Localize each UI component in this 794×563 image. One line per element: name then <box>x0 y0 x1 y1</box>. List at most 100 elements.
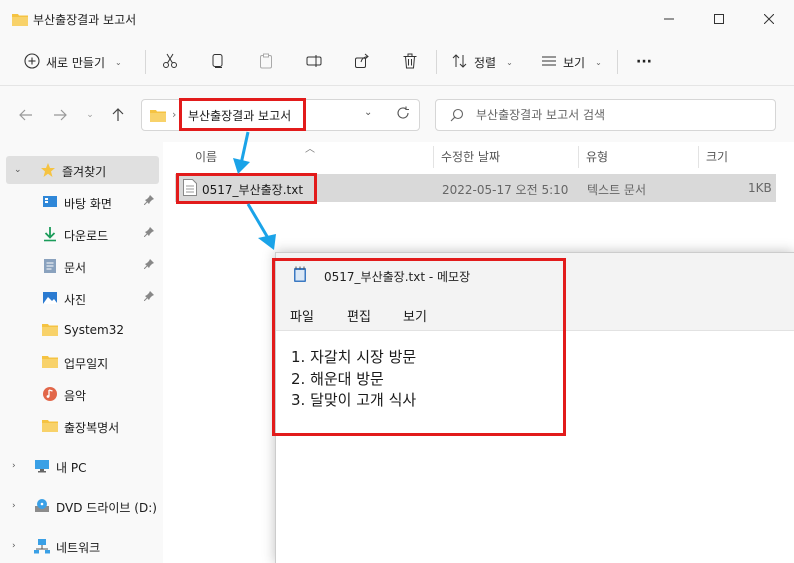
sidebar-item-label: 사진 <box>64 293 87 307</box>
pin-icon[interactable] <box>143 259 154 272</box>
expand-chevron-icon[interactable]: ⌄ <box>14 165 22 175</box>
toolbar-divider <box>145 50 146 74</box>
sidebar-item-system32[interactable]: System32 <box>0 316 163 344</box>
column-divider[interactable] <box>578 146 579 168</box>
more-options-button[interactable]: ··· <box>636 48 652 76</box>
sidebar-item-network[interactable]: › 네트워크 <box>0 532 163 560</box>
sidebar-item-label: 문서 <box>64 261 87 275</box>
delete-button[interactable] <box>402 48 418 76</box>
star-icon <box>40 162 56 178</box>
recent-chevron-icon[interactable]: ⌄ <box>80 106 100 124</box>
sidebar-item-label: DVD 드라이브 (D:) <box>56 501 157 515</box>
back-arrow-icon[interactable] <box>16 106 36 124</box>
sidebar-item-this-pc[interactable]: › 내 PC <box>0 452 163 480</box>
folder-icon <box>42 354 58 370</box>
forward-arrow-icon[interactable] <box>50 106 70 124</box>
text-line: 1. 자갈치 시장 방문 <box>291 348 417 366</box>
share-button[interactable] <box>354 48 370 76</box>
notepad-menu-bar: 파일 편집 보기 <box>276 297 794 331</box>
toolbar-divider <box>617 50 618 74</box>
maximize-button[interactable] <box>696 8 742 30</box>
explorer-titlebar: 부산출장결과 보고서 <box>0 0 794 38</box>
menu-view[interactable]: 보기 <box>403 306 427 325</box>
view-button[interactable]: 보기 ⌄ <box>541 48 602 76</box>
expand-chevron-icon[interactable]: › <box>12 461 16 471</box>
column-divider[interactable] <box>433 146 434 168</box>
file-type: 텍스트 문서 <box>587 183 647 197</box>
chevron-down-icon: ⌄ <box>595 57 602 67</box>
sidebar-item-desktop[interactable]: 바탕 화면 <box>0 188 163 216</box>
notepad-text-area[interactable]: 1. 자갈치 시장 방문 2. 해운대 방문 3. 달맞이 고개 식사 <box>291 347 416 412</box>
menu-edit[interactable]: 편집 <box>347 306 371 325</box>
pin-icon[interactable] <box>143 227 154 240</box>
copy-button[interactable] <box>210 48 226 76</box>
scissors-icon <box>162 53 178 72</box>
minimize-button[interactable] <box>646 8 692 30</box>
text-line: 3. 달맞이 고개 식사 <box>291 391 417 409</box>
sidebar-item-label: 출장복명서 <box>64 421 120 435</box>
up-arrow-icon[interactable] <box>108 106 128 124</box>
sidebar-item-work-log[interactable]: 업무일지 <box>0 348 163 376</box>
trash-icon <box>402 53 418 72</box>
sidebar-item-music[interactable]: 음악 <box>0 380 163 408</box>
breadcrumb-path[interactable]: 부산출장결과 보고서 <box>188 107 291 124</box>
notepad-icon <box>293 266 307 286</box>
chevron-down-icon: ⌄ <box>506 57 513 67</box>
pin-icon[interactable] <box>143 195 154 208</box>
music-icon <box>42 386 58 402</box>
command-bar: 새로 만들기 ⌄ 정렬 ⌄ 보기 ⌄ ··· <box>0 38 794 86</box>
window-title: 부산출장결과 보고서 <box>33 13 137 27</box>
refresh-icon[interactable] <box>396 106 410 123</box>
rename-button[interactable] <box>306 48 322 76</box>
column-header-name[interactable]: 이름 <box>195 142 217 170</box>
close-button[interactable] <box>746 8 792 30</box>
column-header-size[interactable]: 크기 <box>706 142 728 170</box>
column-header-type[interactable]: 유형 <box>586 142 608 170</box>
search-input[interactable] <box>476 106 766 124</box>
folder-icon <box>42 322 58 338</box>
sort-button[interactable]: 정렬 ⌄ <box>452 48 513 76</box>
download-icon <box>42 226 58 242</box>
sidebar-item-label: 즐겨찾기 <box>62 165 107 179</box>
rename-icon <box>306 53 322 72</box>
address-dropdown-icon[interactable]: ⌄ <box>364 107 372 118</box>
toolbar-divider <box>436 50 437 74</box>
navigation-bar: ⌄ › 부산출장결과 보고서 ⌄ <box>0 86 794 142</box>
column-divider[interactable] <box>698 146 699 168</box>
search-box[interactable] <box>435 99 776 131</box>
paste-button[interactable] <box>258 48 274 76</box>
text-file-icon <box>183 179 197 199</box>
file-size: 1KB <box>748 181 772 195</box>
plus-circle-icon <box>24 52 40 72</box>
column-header-modified[interactable]: 수정한 날짜 <box>441 142 500 170</box>
new-button[interactable]: 새로 만들기 ⌄ <box>24 48 122 76</box>
table-row[interactable]: 0517_부산출장.txt 2022-05-17 오전 5:10 텍스트 문서 … <box>175 174 776 202</box>
sidebar-item-dvd-drive[interactable]: › DVD 드라이브 (D:) <box>0 492 163 520</box>
navigation-pane: ⌄ 즐겨찾기 바탕 화면 다운로드 문서 사진 System32 업무일지 음악… <box>0 142 163 563</box>
sidebar-item-label: 업무일지 <box>64 357 109 371</box>
file-name: 0517_부산출장.txt <box>202 183 304 197</box>
pin-icon[interactable] <box>143 291 154 304</box>
cut-button[interactable] <box>162 48 178 76</box>
pc-icon <box>34 458 50 474</box>
copy-icon <box>210 53 226 72</box>
sidebar-item-label: 내 PC <box>56 461 87 475</box>
menu-file[interactable]: 파일 <box>290 306 314 325</box>
text-line: 2. 해운대 방문 <box>291 369 384 388</box>
sidebar-item-quick-access[interactable]: ⌄ 즐겨찾기 <box>6 156 159 184</box>
sidebar-item-label: System32 <box>64 323 125 337</box>
document-icon <box>42 258 58 274</box>
expand-chevron-icon[interactable]: › <box>12 541 16 551</box>
sidebar-item-pictures[interactable]: 사진 <box>0 284 163 312</box>
address-bar[interactable]: › 부산출장결과 보고서 ⌄ <box>141 99 420 131</box>
sidebar-item-trip-report[interactable]: 출장복명서 <box>0 412 163 440</box>
network-icon <box>34 538 50 554</box>
sidebar-item-documents[interactable]: 문서 <box>0 252 163 280</box>
expand-chevron-icon[interactable]: › <box>12 501 16 511</box>
sidebar-item-downloads[interactable]: 다운로드 <box>0 220 163 248</box>
search-icon <box>450 108 464 125</box>
notepad-titlebar: 0517_부산출장.txt - 메모장 <box>276 253 794 297</box>
view-label: 보기 <box>563 55 586 70</box>
sort-ascending-icon: ︿ <box>305 144 315 155</box>
clipboard-icon <box>258 53 274 72</box>
